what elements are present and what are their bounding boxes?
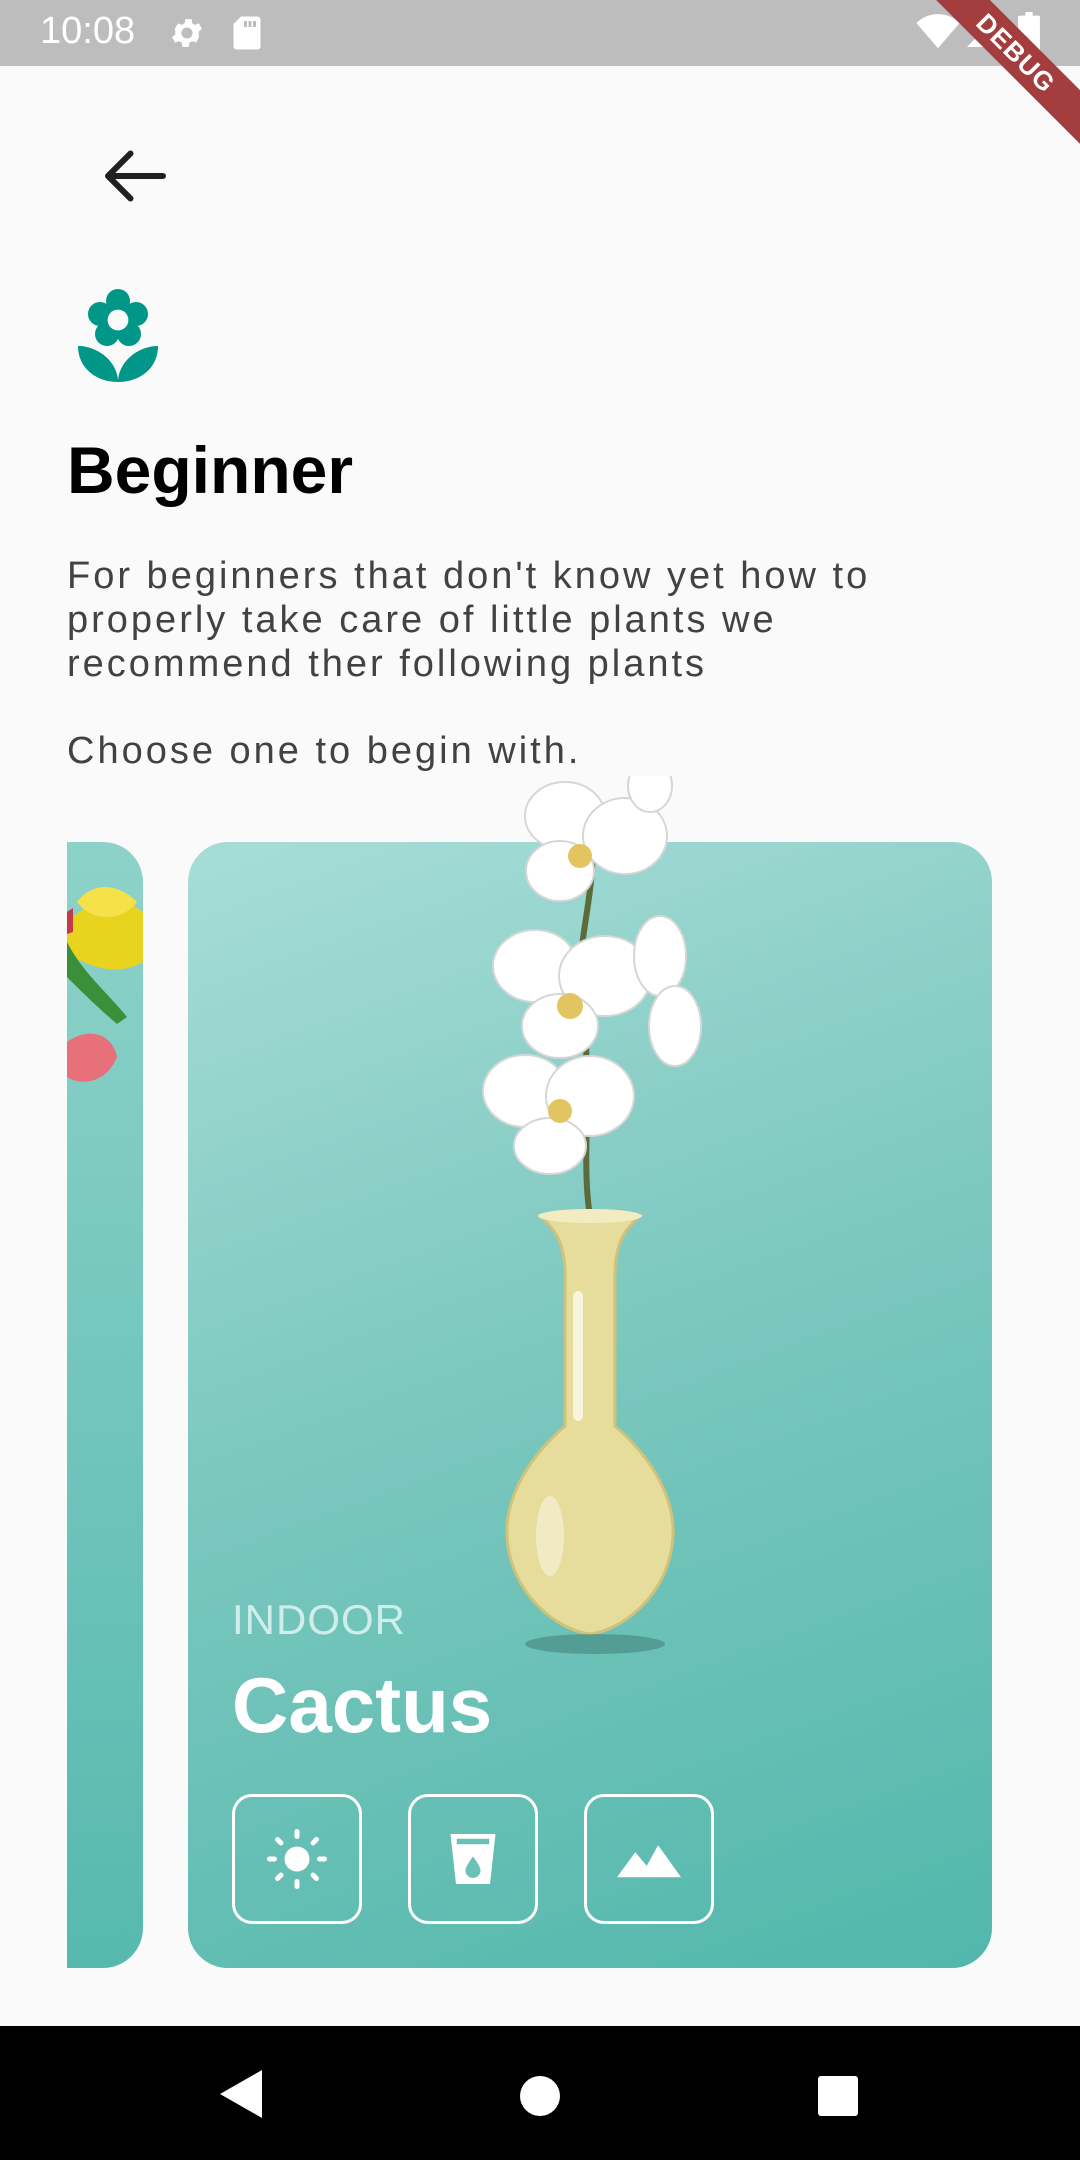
gear-icon [171,19,203,47]
screen: 10:08 DEBUG Beginner For beginners that … [0,0,1080,2160]
flower-icon [78,289,158,382]
navigation-bar [0,2026,1080,2160]
plant-name: Cactus [232,1661,493,1749]
sd-card-icon [233,16,261,50]
water-button[interactable] [408,1794,538,1924]
description-text: For beginners that don't know yet how to… [67,555,871,685]
wifi-icon [916,14,960,49]
back-button[interactable] [98,146,168,206]
sun-icon [267,1829,327,1889]
choose-prompt: Choose one to begin with. [67,730,582,772]
arrow-back-icon [105,150,166,202]
status-bar: 10:08 [0,0,1080,66]
tulip-image [67,887,143,1082]
terrain-icon [617,1845,681,1878]
sunlight-button[interactable] [232,1794,362,1924]
plant-category: INDOOR [232,1596,406,1643]
water-glass-icon [450,1834,496,1884]
status-time: 10:08 [40,10,136,52]
nav-recents-icon[interactable] [818,2076,858,2116]
page-title: Beginner [67,433,354,507]
terrain-button[interactable] [584,1794,714,1924]
plant-image [482,776,702,1654]
nav-back-icon[interactable] [220,2070,262,2118]
previous-plant-card[interactable] [67,842,143,1968]
nav-home-icon[interactable] [520,2076,560,2116]
